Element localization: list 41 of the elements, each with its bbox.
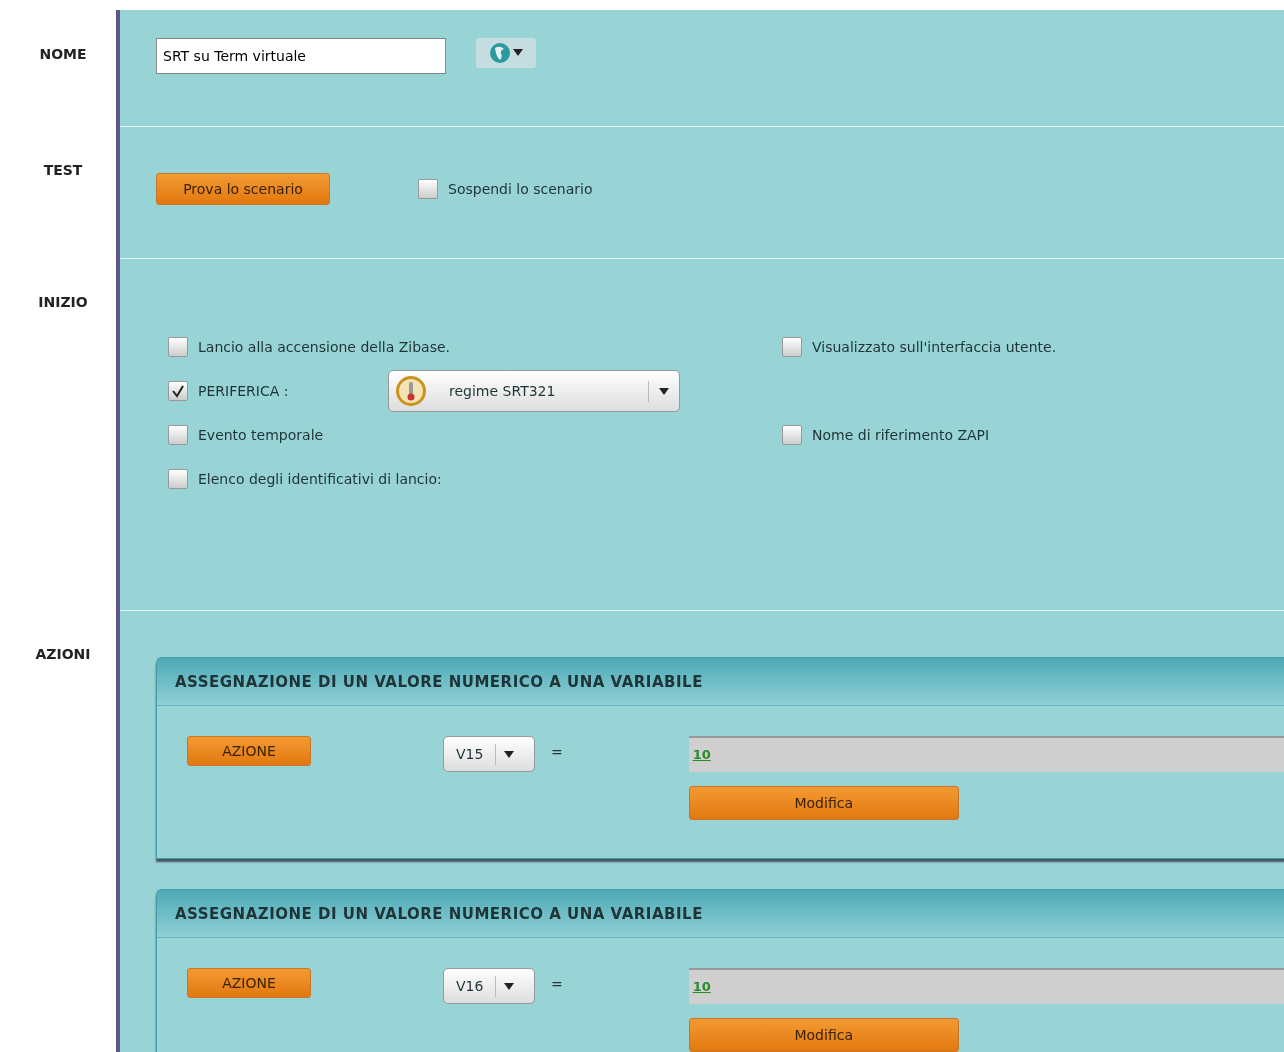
- equals-sign: =: [551, 743, 563, 762]
- checkbox-label: PERIFERICA :: [198, 381, 290, 401]
- caret-icon: [504, 750, 515, 759]
- caret-icon: [659, 387, 669, 396]
- checkbox[interactable]: [782, 337, 802, 357]
- variable-value: V15: [444, 743, 497, 765]
- section-label: NOME: [39, 46, 87, 62]
- checkbox-label: Sospendi lo scenario: [448, 179, 593, 199]
- device-value: regime SRT321: [449, 381, 557, 401]
- test-button[interactable]: Prova lo scenario: [156, 173, 330, 205]
- action-button[interactable]: AZIONE: [187, 968, 311, 998]
- caret-icon: [513, 49, 523, 57]
- equals-sign: =: [551, 975, 563, 994]
- thermometer-icon: [395, 375, 427, 407]
- section-label: TEST: [43, 162, 83, 178]
- section-label: AZIONI: [35, 646, 91, 662]
- checkbox[interactable]: [418, 179, 438, 199]
- device-select[interactable]: regime SRT321: [388, 370, 680, 412]
- checkbox-label: Visualizzato sull'interfaccia utente.: [812, 337, 1057, 357]
- checkbox-label: Evento temporale: [198, 425, 324, 445]
- globe-icon: [489, 42, 511, 64]
- caret-icon: [504, 982, 515, 991]
- variable-select[interactable]: V15: [443, 736, 535, 772]
- checkbox-label: Elenco degli identificativi di lancio:: [198, 469, 442, 489]
- checkbox-label: Lancio alla accensione della Zibase.: [198, 337, 450, 357]
- panel-title: ASSEGNAZIONE DI UN VALORE NUMERICO A UNA VARIABILE: [157, 890, 1284, 938]
- checkbox[interactable]: [782, 425, 802, 445]
- panel-title: ASSEGNAZIONE DI UN VALORE NUMERICO A UNA VARIABILE: [157, 658, 1284, 706]
- variable-value: V16: [444, 975, 497, 997]
- checkbox[interactable]: [168, 425, 188, 445]
- checkbox-label: Nome di riferimento ZAPI: [812, 425, 990, 445]
- checkbox[interactable]: [168, 337, 188, 357]
- section-label: INIZIO: [38, 294, 88, 310]
- action-button[interactable]: AZIONE: [187, 736, 311, 766]
- name-field[interactable]: SRT su Term virtuale: [156, 38, 446, 74]
- modify-button[interactable]: Modifica: [688, 786, 959, 820]
- checkbox[interactable]: [168, 381, 188, 401]
- checkbox[interactable]: [168, 469, 188, 489]
- variable-select[interactable]: V16: [443, 968, 535, 1004]
- icon-picker-button[interactable]: [476, 38, 536, 68]
- modify-button[interactable]: Modifica: [688, 1018, 959, 1052]
